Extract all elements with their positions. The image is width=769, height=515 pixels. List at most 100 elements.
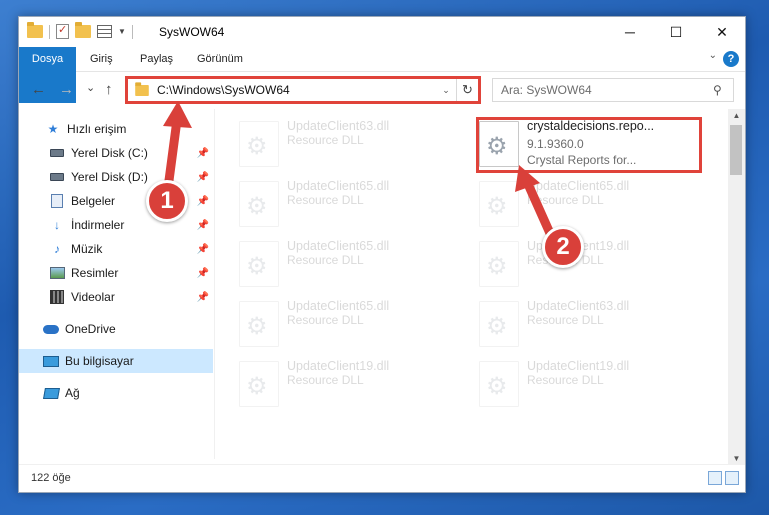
view-options-icon[interactable] bbox=[97, 25, 112, 38]
file-description: Resource DLL bbox=[527, 193, 604, 207]
pane-divider[interactable] bbox=[214, 109, 215, 459]
sidebar-item-onedrive[interactable]: OneDrive bbox=[19, 317, 213, 341]
disk-icon bbox=[49, 146, 65, 160]
pin-icon[interactable]: 📌 bbox=[197, 148, 209, 159]
pin-icon[interactable]: 📌 bbox=[197, 220, 209, 231]
dll-file-icon: ⚙ bbox=[479, 181, 519, 227]
chevron-down-icon[interactable]: ▼ bbox=[118, 27, 126, 36]
file-item[interactable]: ⚙ UpdateClient19.dll Resource DLL bbox=[219, 353, 449, 409]
new-folder-icon[interactable] bbox=[75, 22, 91, 38]
sidebar-item-label: OneDrive bbox=[65, 322, 116, 336]
pin-icon[interactable]: 📌 bbox=[197, 244, 209, 255]
sidebar-item-label: Hızlı erişim bbox=[67, 122, 127, 136]
close-button[interactable]: ✕ bbox=[699, 17, 745, 47]
callout-2: 2 bbox=[542, 226, 584, 268]
file-highlight-box bbox=[476, 117, 702, 173]
pin-icon[interactable]: 📌 bbox=[197, 196, 209, 207]
dll-file-icon: ⚙ bbox=[479, 241, 519, 287]
properties-icon[interactable] bbox=[56, 23, 69, 39]
video-icon bbox=[49, 290, 65, 304]
sidebar-item-this-pc[interactable]: Bu bilgisayar bbox=[19, 349, 213, 373]
file-item[interactable]: ⚙ UpdateClient19.dll Resource DLL bbox=[459, 353, 689, 409]
sidebar-item-network[interactable]: Ağ bbox=[19, 381, 213, 405]
file-item[interactable]: ⚙ UpdateClient65.dll Resource DLL bbox=[219, 233, 449, 289]
sidebar-item-label: Bu bilgisayar bbox=[65, 354, 134, 368]
search-input[interactable]: Ara: SysWOW64 ⚲ bbox=[492, 78, 734, 102]
navigation-bar: ← → ⌄ ↑ C:\Windows\SysWOW64 ⌄ ↻ Ara: Sys… bbox=[19, 73, 745, 107]
sidebar-item-pictures[interactable]: Resimler 📌 bbox=[19, 261, 213, 285]
sidebar-item-downloads[interactable]: ↓ İndirmeler 📌 bbox=[19, 213, 213, 237]
dll-file-icon: ⚙ bbox=[239, 361, 279, 407]
file-item[interactable]: ⚙ UpdateClient65.dll Resource DLL bbox=[219, 173, 449, 229]
network-icon bbox=[42, 386, 60, 400]
search-icon[interactable]: ⚲ bbox=[713, 83, 733, 97]
document-icon bbox=[49, 194, 65, 208]
scrollbar-thumb[interactable] bbox=[730, 125, 742, 175]
sidebar-item-quick-access[interactable]: ★ Hızlı erişim bbox=[19, 117, 213, 141]
file-explorer-window: ▼ SysWOW64 ─ ☐ ✕ Dosya Giriş Paylaş Görü… bbox=[18, 16, 746, 493]
sidebar-item-videos[interactable]: Videolar 📌 bbox=[19, 285, 213, 309]
pin-icon[interactable]: 📌 bbox=[197, 172, 209, 183]
file-name: UpdateClient65.dll bbox=[287, 239, 390, 253]
sidebar-item-label: Ağ bbox=[65, 386, 80, 400]
sidebar-item-label: İndirmeler bbox=[71, 218, 125, 232]
file-name: UpdateClient65.dll bbox=[287, 179, 390, 193]
quick-access-toolbar: ▼ bbox=[27, 22, 133, 39]
file-name: UpdateClient63.dll bbox=[287, 119, 390, 133]
tab-view[interactable]: Görünüm bbox=[197, 47, 243, 72]
sidebar-item-label: Yerel Disk (C:) bbox=[71, 146, 148, 160]
callout-1: 1 bbox=[146, 180, 188, 222]
computer-icon bbox=[43, 354, 59, 368]
file-description: Resource DLL bbox=[287, 373, 364, 387]
recent-locations-button[interactable]: ⌄ bbox=[86, 81, 95, 94]
disk-icon bbox=[49, 170, 65, 184]
search-placeholder: Ara: SysWOW64 bbox=[501, 83, 592, 97]
minimize-button[interactable]: ─ bbox=[607, 17, 653, 47]
status-bar: 122 öğe bbox=[19, 464, 745, 492]
details-view-icon[interactable] bbox=[708, 471, 722, 485]
pin-icon[interactable]: 📌 bbox=[197, 292, 209, 303]
help-icon[interactable]: ? bbox=[723, 51, 739, 67]
large-icons-view-icon[interactable] bbox=[725, 471, 739, 485]
folder-icon bbox=[27, 22, 43, 38]
maximize-button[interactable]: ☐ bbox=[653, 17, 699, 47]
back-button[interactable]: ← bbox=[31, 81, 46, 98]
vertical-scrollbar[interactable]: ▲ ▼ bbox=[728, 109, 745, 465]
dll-file-icon: ⚙ bbox=[239, 181, 279, 227]
sidebar-item-local-disk-d[interactable]: Yerel Disk (D:) 📌 bbox=[19, 165, 213, 189]
music-icon: ♪ bbox=[54, 242, 60, 256]
file-description: Resource DLL bbox=[527, 373, 604, 387]
item-count: 122 öğe bbox=[31, 472, 71, 484]
sidebar-item-local-disk-c[interactable]: Yerel Disk (C:) 📌 bbox=[19, 141, 213, 165]
dll-file-icon: ⚙ bbox=[239, 121, 279, 167]
dll-file-icon: ⚙ bbox=[479, 361, 519, 407]
file-description: Resource DLL bbox=[527, 313, 604, 327]
file-name: UpdateClient63.dll bbox=[527, 299, 630, 313]
sidebar-item-label: Müzik bbox=[71, 242, 103, 256]
forward-button[interactable]: → bbox=[59, 81, 74, 98]
file-description: Resource DLL bbox=[287, 313, 364, 327]
cloud-icon bbox=[43, 322, 59, 336]
up-button[interactable]: ↑ bbox=[105, 81, 113, 98]
dll-file-icon: ⚙ bbox=[239, 301, 279, 347]
file-item[interactable]: ⚙ UpdateClient63.dll Resource DLL bbox=[459, 293, 689, 349]
scroll-up-icon[interactable]: ▲ bbox=[728, 111, 745, 120]
file-description: Resource DLL bbox=[287, 253, 364, 267]
window-controls: ─ ☐ ✕ bbox=[607, 17, 745, 47]
divider bbox=[49, 24, 50, 39]
navigation-pane: ★ Hızlı erişim Yerel Disk (C:) 📌 Yerel D… bbox=[19, 109, 213, 463]
ribbon-tabs: Dosya Giriş Paylaş Görünüm ⌄ ? bbox=[19, 47, 745, 103]
file-item[interactable]: ⚙ UpdateClient65.dll Resource DLL bbox=[459, 173, 689, 229]
file-item[interactable]: ⚙ UpdateClient63.dll Resource DLL bbox=[219, 113, 449, 169]
expand-ribbon-icon[interactable]: ⌄ bbox=[709, 50, 717, 61]
file-item[interactable]: ⚙ UpdateClient65.dll Resource DLL bbox=[219, 293, 449, 349]
tab-home[interactable]: Giriş bbox=[90, 47, 113, 72]
scroll-down-icon[interactable]: ▼ bbox=[728, 454, 745, 463]
sidebar-item-music[interactable]: ♪ Müzik 📌 bbox=[19, 237, 213, 261]
dll-file-icon: ⚙ bbox=[239, 241, 279, 287]
sidebar-item-label: Resimler bbox=[71, 266, 119, 280]
star-icon: ★ bbox=[47, 122, 59, 136]
tab-share[interactable]: Paylaş bbox=[140, 47, 173, 72]
sidebar-item-label: Videolar bbox=[71, 290, 115, 304]
pin-icon[interactable]: 📌 bbox=[197, 268, 209, 279]
